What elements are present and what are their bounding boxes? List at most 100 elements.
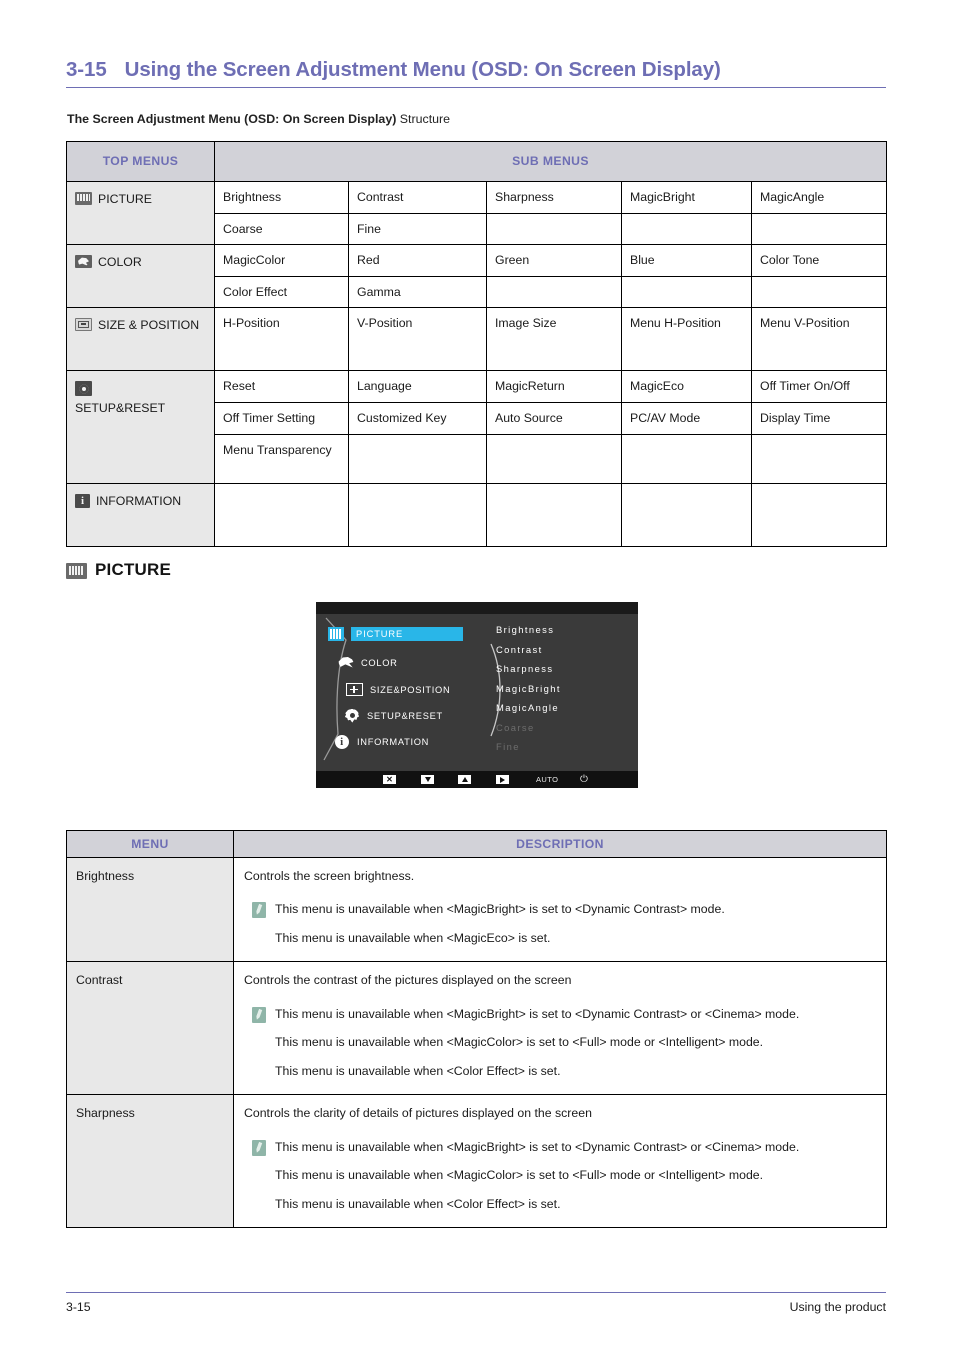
note-lines: This menu is unavailable when <MagicBrig… — [275, 1006, 799, 1080]
sub-menu-cell: MagicBright — [621, 181, 752, 214]
note-block: This menu is unavailable when <MagicBrig… — [244, 901, 876, 947]
size-position-icon — [75, 318, 92, 332]
osd-item-label: SETUP&RESET — [367, 710, 443, 721]
osd-submenu-brightness[interactable]: Brightness — [496, 620, 626, 640]
heading-rule — [66, 87, 886, 88]
sub-menu-cell: Menu H-Position — [621, 307, 752, 372]
sub-menu-cell — [621, 275, 752, 309]
osd-item-color[interactable]: COLOR — [338, 655, 398, 670]
note-line: This menu is unavailable when <MagicEco>… — [275, 930, 551, 945]
osd-body: PICTURE COLOR SIZE&POSITION SETUP&RESET … — [316, 614, 638, 771]
description-lead: Controls the screen brightness. — [244, 869, 415, 883]
sub-menu-cell: Green — [486, 244, 622, 277]
auto-button-label: AUTO — [536, 775, 559, 784]
footer-page-number: 3-15 — [66, 1300, 91, 1314]
sub-menu-cell: Language — [348, 370, 487, 403]
sub-menu-cell — [486, 212, 622, 246]
sub-menu-cell — [621, 482, 752, 547]
note-line: This menu is unavailable when <MagicColo… — [275, 1035, 764, 1050]
sub-menu-cell — [621, 212, 752, 246]
sub-menu-cell: Color Effect — [214, 275, 349, 309]
sub-menu-cell: Color Tone — [750, 244, 888, 277]
osd-submenu-contrast[interactable]: Contrast — [496, 640, 626, 660]
structure-caption: The Screen Adjustment Menu (OSD: On Scre… — [67, 112, 450, 126]
menu-name-cell: Contrast — [66, 961, 234, 1096]
top-menu-cell-color: COLOR — [66, 244, 215, 309]
footer-rule — [66, 1292, 886, 1293]
osd-item-size-position[interactable]: SIZE&POSITION — [346, 682, 450, 697]
top-menu-label: SIZE & POSITION — [98, 318, 200, 333]
setup-reset-icon — [344, 709, 360, 723]
osd-item-picture[interactable]: PICTURE — [328, 626, 463, 641]
note-line: This menu is unavailable when <Color Eff… — [275, 1063, 561, 1078]
sub-menu-cell — [486, 275, 622, 309]
osd-item-setup-reset[interactable]: SETUP&RESET — [344, 708, 443, 723]
up-button[interactable] — [458, 771, 471, 788]
osd-item-information[interactable]: INFORMATION — [334, 734, 429, 749]
down-button[interactable] — [421, 771, 434, 788]
osd-top-bar — [316, 602, 638, 614]
top-menu-label: PICTURE — [98, 192, 152, 206]
osd-submenu-magicbright[interactable]: MagicBright — [496, 679, 626, 699]
osd-submenu-magicangle[interactable]: MagicAngle — [496, 698, 626, 718]
table-row: PICTURE Brightness Contrast Sharpness Ma… — [66, 180, 888, 246]
top-menu-cell-setup-reset: SETUP&RESET — [66, 370, 215, 484]
sub-menu-cell: Blue — [621, 244, 752, 277]
chevron-right-icon — [496, 775, 509, 784]
menu-name-cell: Brightness — [66, 857, 234, 963]
table-row: Contrast Controls the contrast of the pi… — [66, 961, 887, 1096]
sub-menu-cell: MagicEco — [621, 370, 752, 403]
sub-menu-cell: H-Position — [214, 307, 349, 372]
page-title: Using the Screen Adjustment Menu (OSD: O… — [124, 58, 721, 81]
sub-menu-cell — [750, 275, 888, 309]
table-row: Brightness Controls the screen brightnes… — [66, 857, 887, 963]
header-description: DESCRIPTION — [233, 830, 887, 858]
sub-menu-cell — [750, 482, 888, 547]
osd-submenu-fine: Fine — [496, 741, 520, 752]
top-menu-label: INFORMATION — [96, 493, 182, 508]
description-lead: Controls the contrast of the pictures di… — [244, 973, 572, 988]
header-menu: MENU — [66, 830, 234, 858]
information-icon — [75, 493, 90, 508]
enter-button[interactable] — [496, 771, 509, 788]
table-row: Sharpness Controls the clarity of detail… — [66, 1094, 887, 1228]
sub-menu-cell: Menu V-Position — [750, 307, 888, 372]
note-icon — [252, 1006, 266, 1023]
auto-button[interactable]: AUTO — [536, 771, 558, 788]
footer-section-name: Using the product — [789, 1300, 886, 1314]
description-lead: Controls the clarity of details of pictu… — [244, 1106, 592, 1121]
chevron-up-icon — [458, 775, 471, 784]
top-menu-cell-information: INFORMATION — [66, 482, 215, 547]
osd-submenu-list: Brightness Contrast Sharpness MagicBrigh… — [496, 620, 626, 757]
sub-menu-cell: Red — [348, 244, 487, 277]
table-row: COLOR MagicColor Red Green Blue Color To… — [66, 244, 888, 309]
picture-icon — [66, 562, 87, 579]
osd-submenu-sharpness[interactable]: Sharpness — [496, 659, 626, 679]
note-line: This menu is unavailable when <MagicBrig… — [275, 1139, 800, 1154]
sub-menu-cell — [348, 433, 487, 484]
table-header-row: TOP MENUS SUB MENUS — [66, 141, 888, 182]
sub-menu-cell: Off Timer Setting — [214, 401, 349, 435]
osd-button-bar: ✕ AUTO ⏻ — [316, 771, 638, 788]
table-row: INFORMATION — [66, 482, 888, 547]
sub-menu-cell: Fine — [348, 212, 487, 246]
note-lines: This menu is unavailable when <MagicBrig… — [275, 1139, 799, 1213]
sub-menu-cell: V-Position — [348, 307, 487, 372]
description-cell: Controls the screen brightness. This men… — [233, 857, 887, 963]
sub-menu-cell: MagicReturn — [486, 370, 622, 403]
sub-menu-cell — [214, 482, 349, 547]
osd-structure-table: TOP MENUS SUB MENUS PICTURE Brightness C… — [66, 141, 888, 547]
sub-menu-cell: Customized Key — [348, 401, 487, 435]
sub-menu-cell: Sharpness — [486, 181, 622, 214]
power-button[interactable]: ⏻ — [580, 771, 588, 788]
structure-caption-plain: Structure — [399, 112, 451, 126]
osd-submenu-coarse: Coarse — [496, 721, 535, 733]
exit-button[interactable]: ✕ — [383, 771, 396, 788]
osd-item-label: INFORMATION — [357, 736, 430, 747]
table-row: SETUP&RESET Reset Language MagicReturn M… — [66, 370, 888, 484]
note-line: This menu is unavailable when <MagicColo… — [275, 1168, 764, 1183]
sub-menu-cell — [750, 212, 888, 246]
note-line: This menu is unavailable when <MagicBrig… — [275, 902, 725, 917]
sub-menu-cell: Off Timer On/Off — [750, 370, 888, 403]
note-icon — [252, 902, 266, 919]
